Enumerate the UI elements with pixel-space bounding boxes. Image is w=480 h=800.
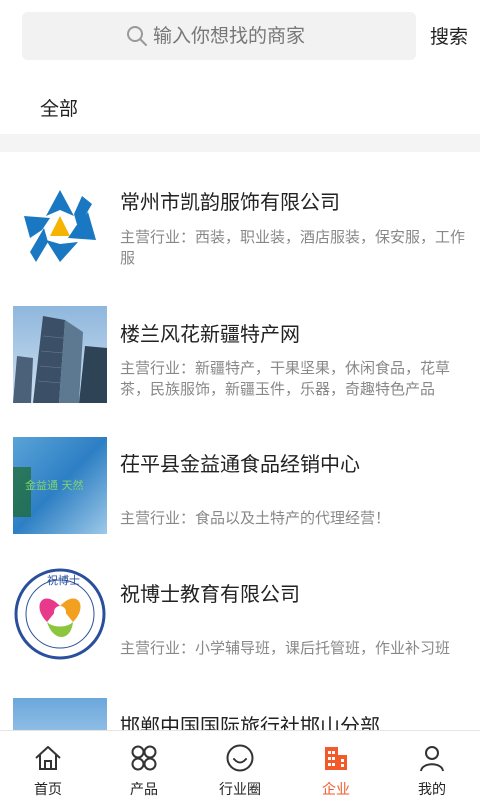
section-divider xyxy=(0,134,480,152)
nav-label: 行业圈 xyxy=(219,782,261,798)
company-name: 邯郸中国国际旅行社邯山分部 xyxy=(120,714,380,730)
nav-industry[interactable]: 行业圈 xyxy=(192,731,288,800)
company-logo xyxy=(13,306,107,403)
company-name: 祝博士教育有限公司 xyxy=(120,582,300,606)
company-business: 主营行业：西装，职业装，酒店服装，保安服，工作服 xyxy=(120,228,466,267)
smile-icon xyxy=(226,744,254,772)
list-item[interactable]: 常州市凯韵服饰有限公司 主营行业：西装，职业装，酒店服装，保安服，工作服 xyxy=(0,152,480,292)
nav-home[interactable]: 首页 xyxy=(0,731,96,800)
list-item[interactable]: 祝博士 祝博士教育有限公司 主营行业：小学辅导班，课后托管班，作业补习班 xyxy=(0,552,480,682)
logo-text: 金益通 天然 xyxy=(25,478,84,492)
nav-products[interactable]: 产品 xyxy=(96,731,192,800)
grid-icon xyxy=(131,745,157,771)
company-logo: 祝博士 xyxy=(13,566,107,663)
nav-label: 首页 xyxy=(34,782,62,798)
list-item[interactable]: 金益通 天然 茌平县金益通食品经销中心 主营行业：食品以及土特产的代理经营！ xyxy=(0,422,480,552)
company-name: 楼兰风花新疆特产网 xyxy=(120,322,300,346)
nav-mine[interactable]: 我的 xyxy=(384,731,480,800)
nav-label: 产品 xyxy=(130,782,158,798)
company-logo xyxy=(16,182,104,270)
logo-text: 祝博士 xyxy=(47,573,80,587)
company-name: 茌平县金益通食品经销中心 xyxy=(120,452,360,476)
company-business: 主营行业：小学辅导班，课后托管班，作业补习班 xyxy=(120,639,451,657)
company-logo: 金益通 天然 xyxy=(13,437,107,534)
list-item[interactable]: 邯郸中国国际旅行社邯山分部 xyxy=(0,682,480,730)
search-button[interactable]: 搜索 xyxy=(430,22,468,49)
search-bar[interactable] xyxy=(22,12,416,60)
search-input[interactable] xyxy=(153,25,313,47)
nav-label: 企业 xyxy=(322,782,350,798)
nav-enterprise[interactable]: 企业 xyxy=(288,731,384,800)
company-name: 常州市凯韵服饰有限公司 xyxy=(120,190,340,214)
list-item[interactable]: 楼兰风花新疆特产网 主营行业：新疆特产，干果坚果，休闲食品，花草茶，民族服饰，新… xyxy=(0,292,480,422)
bottom-nav: 首页 产品 行业圈 企业 我的 xyxy=(0,730,480,800)
home-icon xyxy=(35,746,61,770)
nav-label: 我的 xyxy=(418,782,446,798)
company-logo xyxy=(13,698,107,730)
tab-all[interactable]: 全部 xyxy=(40,94,78,121)
user-icon xyxy=(420,746,444,772)
search-icon xyxy=(127,26,147,46)
company-business: 主营行业：食品以及土特产的代理经营！ xyxy=(120,509,391,527)
building-icon xyxy=(325,747,347,770)
company-business: 主营行业：新疆特产，干果坚果，休闲食品，花草茶，民族服饰，新疆玉件，乐器，奇趣特… xyxy=(120,359,451,398)
company-list: 常州市凯韵服饰有限公司 主营行业：西装，职业装，酒店服装，保安服，工作服 楼兰风… xyxy=(0,152,480,730)
